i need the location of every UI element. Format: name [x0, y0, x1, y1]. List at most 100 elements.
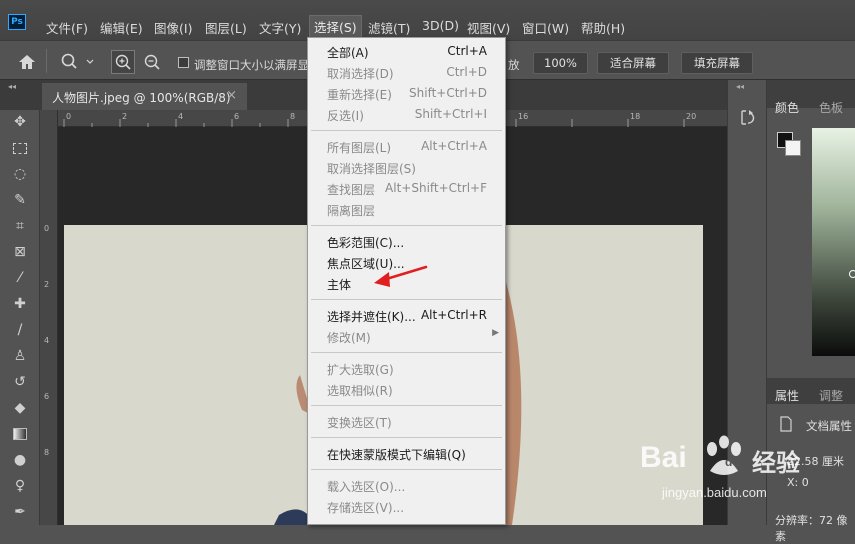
eyedropper-tool-icon[interactable]: ⁄ [10, 268, 30, 288]
tab-properties[interactable]: 属性 [775, 387, 799, 404]
menu-separator [311, 299, 502, 300]
menu-item-grow[interactable]: 扩大选取(G) [308, 358, 505, 379]
menu-item-similar[interactable]: 选取相似(R) [308, 379, 505, 400]
watermark-url: jingyan.baidu.com [662, 485, 767, 500]
watermark-brand: Bai [640, 441, 687, 474]
pen-tool-icon[interactable]: ✒ [10, 502, 30, 522]
menu-image[interactable]: 图像(I) [154, 18, 192, 37]
menu-help[interactable]: 帮助(H) [581, 18, 625, 37]
ruler-label: 2 [44, 280, 50, 289]
photoshop-logo-icon[interactable]: Ps [8, 14, 26, 30]
menu-separator [311, 437, 502, 438]
ruler-label: 4 [178, 112, 184, 121]
fill-screen-button[interactable]: 填充屏幕 [681, 52, 753, 74]
menu-item-quick-mask[interactable]: 在快速蒙版模式下编辑(Q) [308, 443, 505, 464]
expand-dock-icon[interactable]: ◂◂ [736, 82, 744, 91]
menu-separator [311, 225, 502, 226]
watermark-jingyan: 经验 [752, 449, 800, 477]
tab-color[interactable]: 颜色 [775, 99, 799, 116]
menu-item-find-layers[interactable]: 查找图层 Alt+Shift+Ctrl+F [308, 178, 505, 199]
collapse-panels-icon[interactable]: ◂◂ [8, 82, 16, 91]
menu-edit[interactable]: 编辑(E) [100, 18, 143, 37]
blur-tool-icon[interactable]: ● [10, 450, 30, 470]
select-menu-dropdown: 全部(A) Ctrl+A 取消选择(D) Ctrl+D 重新选择(E) Shift+C… [307, 37, 506, 525]
crop-tool-icon[interactable]: ⌗ [10, 216, 30, 236]
tab-swatches[interactable]: 色板 [819, 99, 843, 116]
close-tab-icon[interactable]: × [226, 88, 237, 103]
menu-item-save-selection[interactable]: 存储选区(V)... [308, 496, 505, 517]
baidu-jingyan-watermark: Bai du 经验 jingyan.baidu.com [640, 433, 850, 513]
fit-screen-button[interactable]: 适合屏幕 [597, 52, 669, 74]
zoom-out-icon[interactable] [142, 53, 164, 73]
move-tool-icon[interactable]: ✥ [10, 112, 30, 132]
ruler-label: 0 [66, 112, 72, 121]
gradient-tool-icon[interactable] [10, 424, 30, 444]
menu-item-all-layers[interactable]: 所有图层(L) Alt+Ctrl+A [308, 136, 505, 157]
ruler-label: 20 [686, 112, 697, 121]
ruler-label: 2 [122, 112, 128, 121]
zoom-in-button[interactable] [111, 50, 135, 74]
eraser-tool-icon[interactable]: ◆ [10, 398, 30, 418]
ruler-label: 8 [290, 112, 296, 121]
tools-panel: ▸▸ ✥ ◌ ✎ ⌗ ⊠ ⁄ ✚ / ♙ ↺ ◆ ● ♀ ✒ [0, 80, 40, 525]
quick-selection-tool-icon[interactable]: ✎ [10, 190, 30, 210]
document-tab[interactable]: 人物图片.jpeg @ 100%(RGB/8) × [42, 83, 247, 110]
menu-item-transform-selection[interactable]: 变换选区(T) [308, 411, 505, 432]
watermark-brand-du: du [725, 455, 740, 469]
ruler-label: 6 [44, 392, 50, 401]
menu-item-focus-area[interactable]: 焦点区域(U)... [308, 252, 505, 273]
menu-item-deselect[interactable]: 取消选择(D) Ctrl+D [308, 62, 505, 83]
menu-view[interactable]: 视图(V) [467, 18, 510, 37]
menu-item-deselect-layers[interactable]: 取消选择图层(S) [308, 157, 505, 178]
zoom-percent-button[interactable]: 100% [533, 52, 588, 74]
menu-3d[interactable]: 3D(D) [422, 18, 459, 33]
color-picker-field[interactable] [812, 128, 855, 356]
vertical-ruler: 0 2 4 6 8 [40, 110, 58, 525]
menu-separator [311, 405, 502, 406]
menu-item-load-selection[interactable]: 载入选区(O)... [308, 475, 505, 496]
resolution-value: 分辨率：72 像素 [775, 514, 848, 543]
home-icon[interactable] [17, 54, 37, 70]
history-brush-tool-icon[interactable]: ↺ [10, 372, 30, 392]
ruler-label: 18 [630, 112, 641, 121]
zoom-in-icon [115, 54, 131, 70]
menu-separator [311, 469, 502, 470]
healing-brush-tool-icon[interactable]: ✚ [10, 294, 30, 314]
menu-item-modify[interactable]: 修改(M) ▶ [308, 326, 505, 347]
ruler-label: 4 [44, 336, 50, 345]
menu-type[interactable]: 文字(Y) [259, 18, 301, 37]
menu-item-all[interactable]: 全部(A) Ctrl+A [308, 41, 505, 62]
menu-item-isolate-layers[interactable]: 隔离图层 [308, 199, 505, 220]
frame-tool-icon[interactable]: ⊠ [10, 242, 30, 262]
color-picker-cursor[interactable] [849, 270, 855, 278]
menu-item-select-and-mask[interactable]: 选择并遮住(K)... Alt+Ctrl+R [308, 305, 505, 326]
divider [46, 49, 47, 73]
menu-layer[interactable]: 图层(L) [205, 18, 247, 37]
resize-window-label: 调整窗口大小以满屏显 [194, 58, 309, 72]
menu-filter[interactable]: 滤镜(T) [368, 18, 410, 37]
history-panel-icon[interactable] [738, 108, 758, 128]
dodge-tool-icon[interactable]: ♀ [10, 476, 30, 496]
menu-item-reselect[interactable]: 重新选择(E) Shift+Ctrl+D [308, 83, 505, 104]
background-color-swatch[interactable] [785, 140, 801, 156]
submenu-arrow-icon: ▶ [492, 328, 499, 338]
tab-adjustments[interactable]: 调整 [819, 387, 843, 404]
menu-item-inverse[interactable]: 反选(I) Shift+Ctrl+I [308, 104, 505, 125]
resize-window-checkbox[interactable] [178, 57, 189, 68]
menu-item-color-range[interactable]: 色彩范围(C)... [308, 231, 505, 252]
zoom-tool-preset-icon[interactable] [60, 53, 98, 71]
menu-item-subject[interactable]: 主体 [308, 273, 505, 294]
document-icon [780, 416, 792, 432]
menu-file[interactable]: 文件(F) [46, 18, 88, 37]
document-tab-title: 人物图片.jpeg @ 100%(RGB/8) [52, 91, 231, 105]
menu-separator [311, 130, 502, 131]
brush-tool-icon[interactable]: / [10, 320, 30, 340]
clone-stamp-tool-icon[interactable]: ♙ [10, 346, 30, 366]
marquee-tool-icon[interactable] [10, 138, 30, 158]
menu-separator [311, 352, 502, 353]
menu-window[interactable]: 窗口(W) [522, 18, 569, 37]
ruler-label: 8 [44, 448, 50, 457]
lasso-tool-icon[interactable]: ◌ [10, 164, 30, 184]
document-properties-label: 文档属性 [806, 419, 852, 433]
menu-select[interactable]: 选择(S) [309, 15, 362, 38]
